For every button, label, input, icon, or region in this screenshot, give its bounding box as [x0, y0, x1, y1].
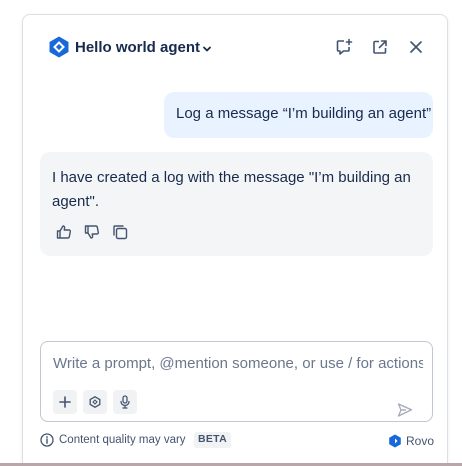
agent-message: I have created a log with the message "I…	[40, 152, 433, 256]
thumbs-down-icon	[84, 225, 99, 239]
composer-tools	[53, 390, 137, 414]
send-icon	[397, 403, 413, 417]
thumbs-up-button[interactable]	[54, 222, 74, 242]
new-chat-button[interactable]	[334, 37, 354, 57]
info-icon[interactable]	[40, 433, 54, 447]
prompt-input[interactable]	[53, 352, 423, 374]
open-external-button[interactable]	[370, 37, 390, 57]
send-button[interactable]	[395, 400, 415, 420]
open-external-icon	[373, 40, 387, 54]
agent-title[interactable]: Hello world agent	[75, 39, 200, 56]
chat-panel: Hello world agent Log a message “I’m bui…	[22, 14, 448, 466]
beta-badge: BETA	[194, 432, 232, 448]
copy-button[interactable]	[110, 222, 130, 242]
user-message: Log a message “I’m building an agent”	[164, 92, 433, 138]
copy-icon	[113, 225, 128, 240]
new-chat-icon	[336, 38, 353, 55]
message-actions	[54, 222, 130, 242]
rovo-logo-icon	[388, 434, 402, 448]
prompt-composer	[40, 341, 433, 422]
thumbs-up-icon	[56, 225, 71, 239]
close-icon	[410, 41, 422, 53]
close-button[interactable]	[406, 37, 426, 57]
add-button[interactable]	[53, 390, 77, 414]
chat-header: Hello world agent	[23, 15, 447, 79]
agent-logo-icon	[47, 35, 71, 59]
agent-message-text: I have created a log with the message "I…	[52, 169, 411, 210]
microphone-icon	[120, 395, 130, 409]
rovo-brand: Rovo	[406, 434, 435, 448]
voice-button[interactable]	[113, 390, 137, 414]
thumbs-down-button[interactable]	[82, 222, 102, 242]
chevron-down-icon[interactable]	[201, 42, 213, 54]
quality-notice: Content quality may vary	[59, 434, 186, 446]
agent-icon	[89, 396, 101, 408]
agent-button[interactable]	[83, 390, 107, 414]
chat-footer: Content quality may vary BETA Rovo	[40, 432, 435, 453]
plus-icon	[59, 396, 71, 408]
